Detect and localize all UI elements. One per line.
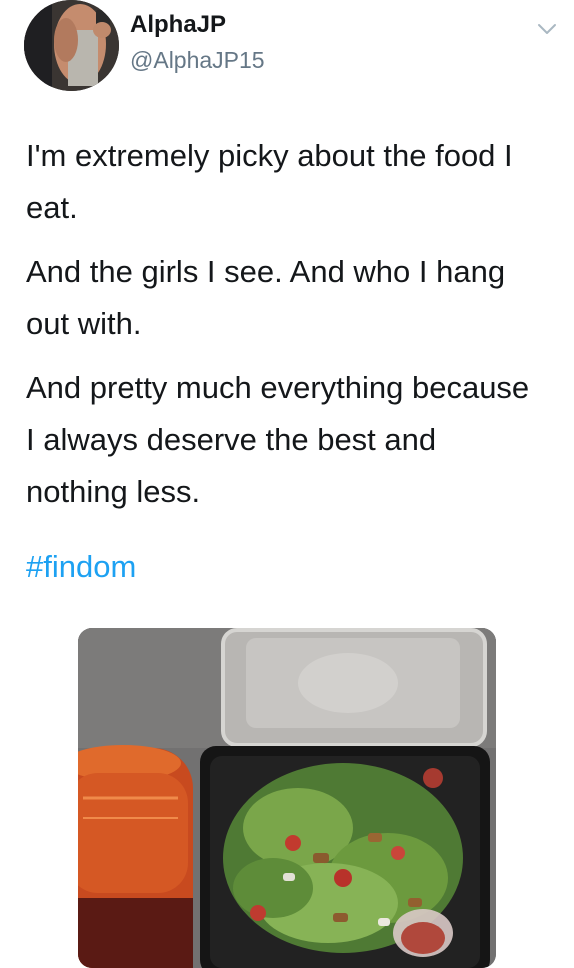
chevron-down-icon bbox=[538, 24, 556, 34]
display-name[interactable]: AlphaJP bbox=[130, 10, 226, 40]
tweet-paragraph: I'm extremely picky about the food I eat… bbox=[26, 138, 513, 225]
tweet-text: I'm extremely picky about the food I eat… bbox=[26, 130, 546, 518]
user-handle[interactable]: @AlphaJP15 bbox=[130, 45, 265, 75]
tweet-paragraph: And pretty much everything because I alw… bbox=[26, 370, 530, 509]
tweet-media-image[interactable] bbox=[78, 628, 496, 968]
avatar[interactable] bbox=[24, 0, 119, 91]
tweet-paragraph: And the girls I see. And who I hang out … bbox=[26, 254, 506, 341]
avatar-photo bbox=[24, 0, 119, 91]
tweet-menu-button[interactable] bbox=[534, 18, 560, 40]
food-photo bbox=[78, 628, 496, 968]
hashtag-link[interactable]: #findom bbox=[26, 542, 136, 592]
